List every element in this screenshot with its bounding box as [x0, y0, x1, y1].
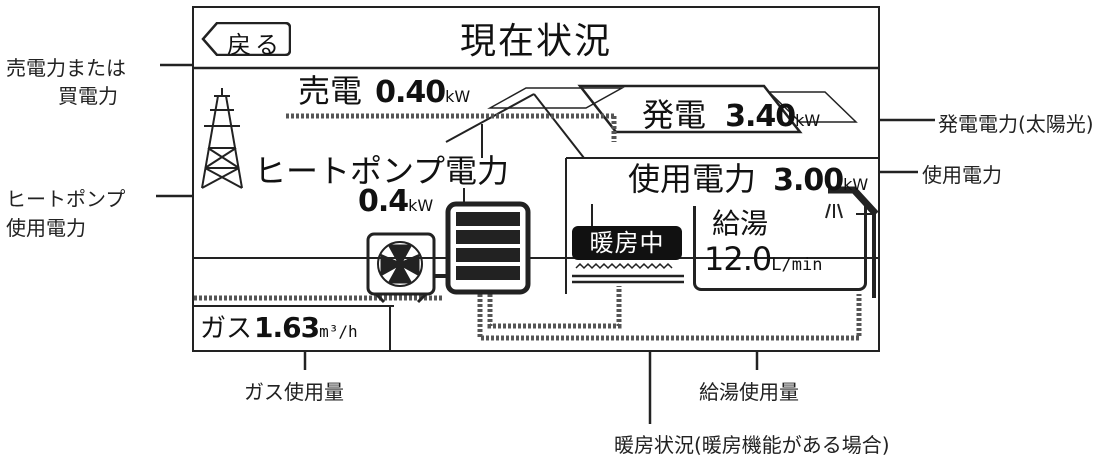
usage-readout: 使用電力 3.00kW — [628, 154, 868, 200]
heatpump-unit: kW — [408, 196, 434, 215]
heatpump-readout: 0.4kW — [358, 184, 433, 219]
status-screen: 戻る 現在状況 売電 0.40kW 発電 3.40kW ヒートポンプ電力 0.4… — [192, 6, 880, 352]
sell-power-readout: 売電 0.40kW — [298, 66, 470, 112]
gas-readout: ガス1.63m³/h — [200, 308, 358, 345]
sell-unit: kW — [445, 87, 471, 106]
power-tower-icon — [201, 88, 243, 189]
generation-value: 3.40 — [725, 99, 796, 134]
usage-value: 3.00 — [773, 163, 844, 198]
gas-unit: m³/h — [319, 322, 358, 341]
usage-unit: kW — [843, 175, 869, 194]
sell-label: 売電 — [298, 72, 363, 110]
heatpump-value: 0.4 — [358, 184, 409, 219]
heat-pump-fan-icon — [366, 232, 448, 304]
usage-label: 使用電力 — [628, 160, 757, 198]
generation-unit: kW — [795, 111, 821, 130]
heating-waves-icon — [572, 262, 684, 284]
hotwater-value: 12.0 — [704, 240, 772, 278]
hotwater-readout: 12.0L/min — [704, 240, 822, 278]
heating-status-badge: 暖房中 — [572, 226, 682, 260]
gas-label: ガス — [200, 314, 253, 344]
generation-label: 発電 — [642, 96, 707, 134]
hotwater-unit: L/min — [771, 255, 823, 275]
hot-water-tank-icon — [445, 201, 531, 295]
generation-readout: 発電 3.40kW — [642, 90, 820, 136]
hotwater-label: 給湯 — [712, 207, 769, 240]
gas-value: 1.63 — [254, 311, 320, 344]
sell-value: 0.40 — [375, 75, 446, 110]
